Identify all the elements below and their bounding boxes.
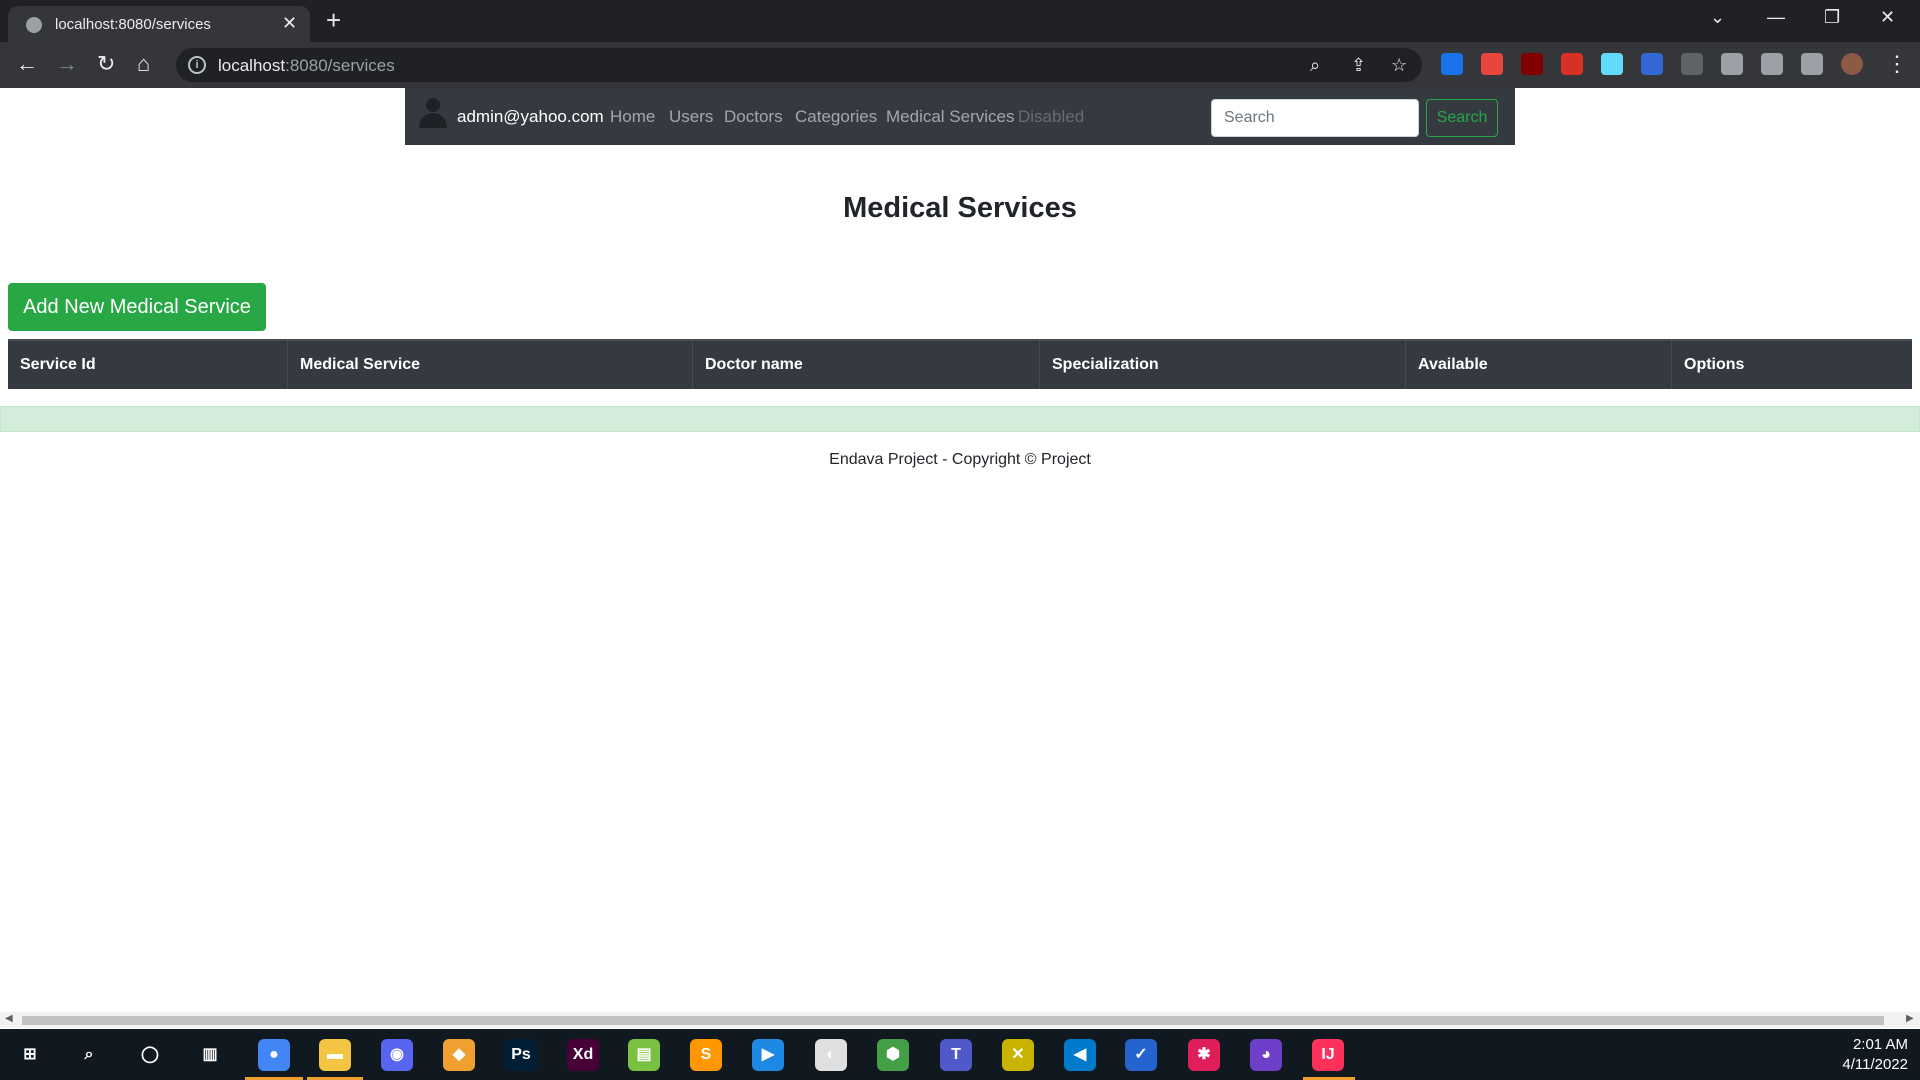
- pdf-icon[interactable]: [1561, 53, 1583, 75]
- minimize-icon[interactable]: —: [1767, 6, 1785, 28]
- sublime-icon[interactable]: S: [690, 1039, 722, 1071]
- globe-icon: [26, 17, 42, 33]
- tab-title: localhost:8080/services: [55, 16, 211, 33]
- intellij-icon[interactable]: IJ: [1312, 1039, 1344, 1071]
- scrollbar-thumb[interactable]: [22, 1016, 1884, 1025]
- nav-link-categories[interactable]: Categories: [795, 107, 877, 127]
- browser-menu-icon[interactable]: ⋮: [1886, 51, 1908, 77]
- column-header-specialization: Specialization: [1040, 341, 1406, 389]
- notepad-icon[interactable]: ▤: [628, 1039, 660, 1071]
- todo-icon[interactable]: ✓: [1125, 1039, 1157, 1071]
- new-tab-icon[interactable]: +: [326, 6, 341, 34]
- user-email[interactable]: admin@yahoo.com: [457, 107, 604, 127]
- grammarly-icon[interactable]: [1441, 53, 1463, 75]
- add-medical-service-button[interactable]: Add New Medical Service: [8, 283, 266, 331]
- browser-tabstrip: localhost:8080/services ✕ + ⌄ — ❐ ✕: [0, 0, 1920, 42]
- nav-link-home[interactable]: Home: [610, 107, 655, 127]
- clock-time: 2:01 AM: [1852, 1036, 1908, 1053]
- user-icon: [419, 98, 447, 128]
- ublock-icon[interactable]: [1521, 53, 1543, 75]
- start-icon[interactable]: ⊞: [14, 1039, 46, 1071]
- search-button[interactable]: Search: [1426, 99, 1498, 137]
- teams-icon[interactable]: T: [940, 1039, 972, 1071]
- nav-link-medical-services[interactable]: Medical Services: [886, 107, 1015, 127]
- url-path: :8080/services: [285, 56, 395, 75]
- media-player-icon[interactable]: ▶: [752, 1039, 784, 1071]
- nav-link-doctors[interactable]: Doctors: [724, 107, 783, 127]
- url-host: localhost: [218, 56, 286, 75]
- side-panel-icon[interactable]: [1801, 53, 1823, 75]
- chrome-icon[interactable]: ●: [258, 1039, 290, 1071]
- scroll-right-icon[interactable]: ▶: [1906, 1013, 1914, 1024]
- address-bar[interactable]: i localhost:8080/services ⌕ ⇪ ☆: [176, 48, 1422, 82]
- windows-taskbar: ⊞ ⌕ ◯ ▥ ● ▬ ◉ ◆ Ps Xd ▤ S ▶ ◐ ⬢ T ✕ ◀ ✓ ✱ ◕ IJ 2:01 AM 4/11/2…: [0, 1029, 1920, 1080]
- nav-link-disabled: Disabled: [1018, 107, 1085, 126]
- slack-icon[interactable]: ✱: [1188, 1039, 1220, 1071]
- restore-icon[interactable]: ❐: [1824, 6, 1840, 28]
- extension-icon[interactable]: [1481, 53, 1503, 75]
- share-icon[interactable]: ⇪: [1351, 54, 1366, 76]
- page-content: admin@yahoo.com Home Users Doctors Categ…: [0, 88, 1920, 1028]
- zoom-icon[interactable]: ⌕: [1310, 54, 1320, 76]
- bookmark-star-icon[interactable]: ☆: [1391, 54, 1407, 76]
- github-desktop-icon[interactable]: ◕: [1250, 1039, 1282, 1071]
- pen-icon[interactable]: [1681, 53, 1703, 75]
- task-view-icon[interactable]: ▥: [194, 1039, 226, 1071]
- column-header-options: Options: [1684, 356, 1745, 373]
- photoshop-icon[interactable]: Ps: [505, 1039, 537, 1071]
- tab-search-icon[interactable]: ⌄: [1710, 6, 1725, 28]
- horizontal-scrollbar[interactable]: ◀ ▶: [0, 1012, 1920, 1028]
- success-alert-bar: [0, 406, 1920, 432]
- reading-list-icon[interactable]: [1761, 53, 1783, 75]
- react-devtools-icon[interactable]: [1601, 53, 1623, 75]
- back-icon[interactable]: ←: [16, 51, 38, 77]
- vscode-icon[interactable]: ◀: [1064, 1039, 1096, 1071]
- tool-icon[interactable]: ✕: [1002, 1039, 1034, 1071]
- site-navbar: admin@yahoo.com Home Users Doctors Categ…: [405, 88, 1515, 145]
- footer-copyright: Endava Project - Copyright © Project: [829, 451, 1091, 468]
- system-clock[interactable]: 2:01 AM 4/11/2022: [1842, 1035, 1908, 1075]
- mysql-workbench-icon[interactable]: ◐: [815, 1039, 847, 1071]
- profile-avatar[interactable]: [1841, 53, 1863, 75]
- discord-icon[interactable]: ◉: [381, 1039, 413, 1071]
- nav-link-users[interactable]: Users: [669, 107, 713, 127]
- cortana-icon[interactable]: ◯: [134, 1039, 166, 1071]
- node-icon[interactable]: ⬢: [877, 1039, 909, 1071]
- search-input[interactable]: [1211, 99, 1419, 137]
- browser-tab[interactable]: localhost:8080/services ✕: [8, 6, 310, 42]
- forward-icon[interactable]: →: [56, 51, 78, 77]
- column-header-available: Available: [1406, 341, 1672, 389]
- browser-toolbar: ← → ↻ ⌂ i localhost:8080/services ⌕ ⇪ ☆ …: [0, 42, 1920, 88]
- clock-date: 4/11/2022: [1842, 1056, 1908, 1073]
- file-explorer-icon[interactable]: ▬: [319, 1039, 351, 1071]
- screen-recorder-icon[interactable]: [1641, 53, 1663, 75]
- site-info-icon[interactable]: i: [188, 56, 206, 74]
- reload-icon[interactable]: ↻: [97, 51, 115, 77]
- xd-icon[interactable]: Xd: [567, 1039, 599, 1071]
- close-window-icon[interactable]: ✕: [1880, 6, 1895, 28]
- column-header-medical-service: Medical Service: [288, 341, 693, 389]
- scroll-left-icon[interactable]: ◀: [5, 1013, 13, 1024]
- home-icon[interactable]: ⌂: [137, 51, 150, 77]
- column-header-doctor-name: Doctor name: [693, 341, 1040, 389]
- page-title: Medical Services: [843, 192, 1077, 224]
- url-text[interactable]: localhost:8080/services: [218, 56, 395, 76]
- search-icon[interactable]: ⌕: [73, 1039, 105, 1071]
- column-header-service-id: Service Id: [8, 341, 288, 389]
- tab-close-icon[interactable]: ✕: [282, 14, 297, 32]
- puzzle-icon[interactable]: [1721, 53, 1743, 75]
- git-icon[interactable]: ◆: [443, 1039, 475, 1071]
- services-table-header: Service Id Medical Service Doctor name S…: [8, 339, 1912, 389]
